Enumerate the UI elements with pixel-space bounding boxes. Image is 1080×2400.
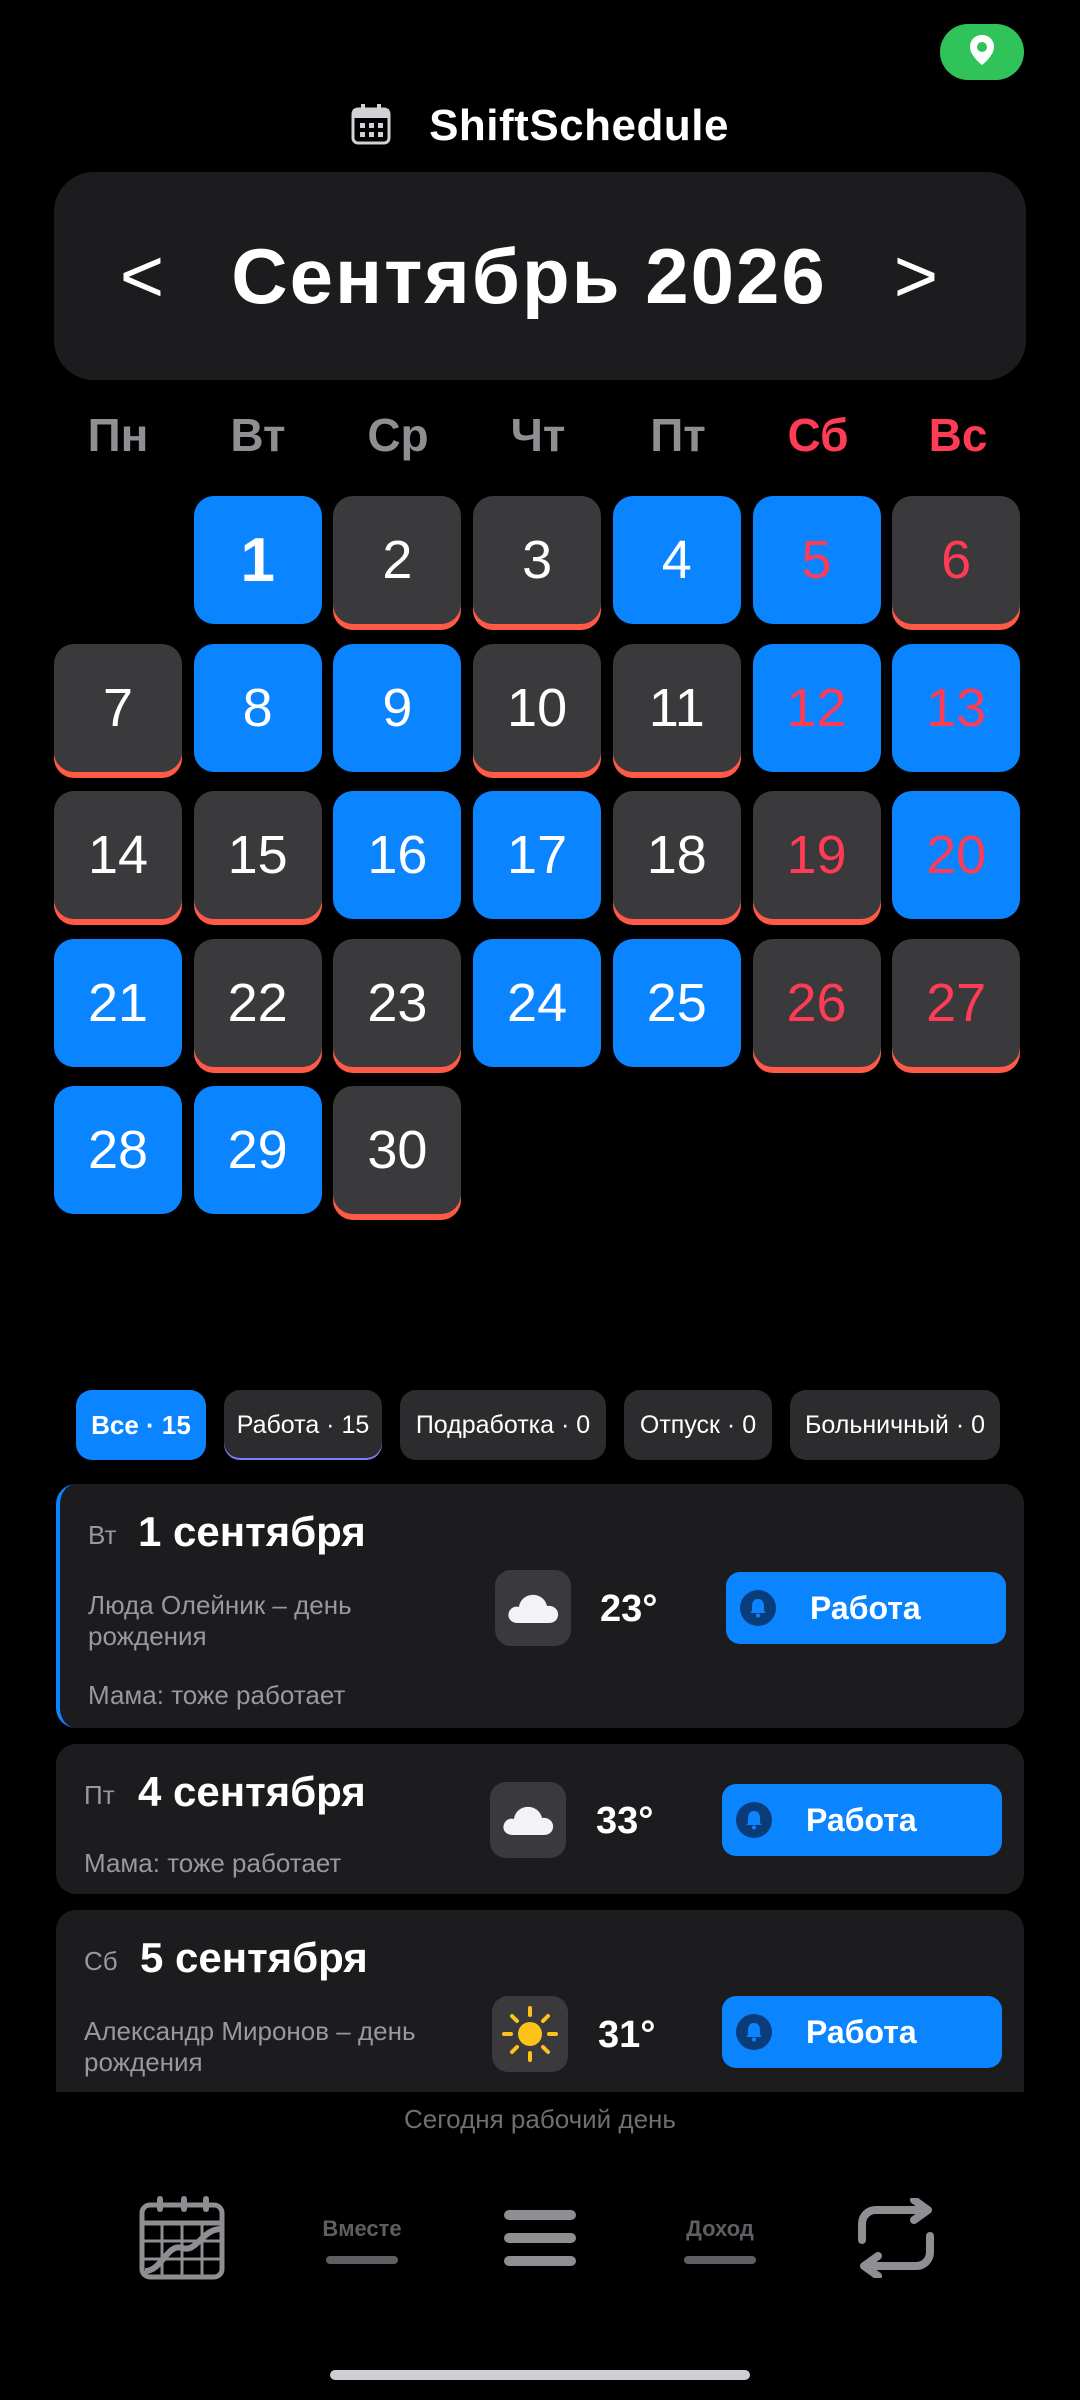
cloud-icon [495,1570,571,1646]
weekday-sat: Сб [787,409,849,461]
calendar-day[interactable]: 10 [473,643,602,772]
shift-type-button[interactable]: Работа [722,1996,1002,2068]
calendar-day[interactable]: 8 [193,643,322,772]
calendar-day[interactable]: 1 [193,496,322,624]
calendar-day[interactable]: 17 [473,791,602,919]
month-title[interactable]: Сентябрь 2026 [231,231,827,322]
weekday-tue: Вт [230,409,286,461]
filter-chip-side-job[interactable]: Подработка · 0 [400,1390,606,1460]
weekday-mon: Пн [87,409,149,461]
app-name: ShiftSchedule [429,101,729,150]
temperature: 33° [596,1800,654,1842]
shift-date: 5 сентября [140,1934,368,1981]
bell-icon [736,1802,772,1838]
calendar-day[interactable]: 13 [892,643,1021,772]
nav-indicator [684,2256,756,2264]
nav-income[interactable]: Доход [660,2190,780,2290]
shift-note: Мама: тоже работает [88,1680,346,1710]
app-header: ShiftSchedule [0,96,1080,156]
calendar-day[interactable]: 18 [612,791,741,919]
calendar-day[interactable]: 3 [473,496,602,624]
calendar-day[interactable]: 28 [54,1086,182,1214]
weekday-row: Пн Вт Ср Чт Пт Сб Вс [54,408,1026,478]
weekday-thu: Чт [510,409,566,461]
calendar-day[interactable]: 29 [193,1086,322,1214]
nav-menu[interactable] [500,2190,580,2290]
shift-weekday: Пт [84,1780,115,1810]
calendar-day[interactable]: 19 [752,791,881,919]
weekday-sun: Вс [928,409,988,461]
shift-note: Александр Миронов – день рождения [84,2016,416,2077]
filter-chip-work[interactable]: Работа · 15 [224,1390,382,1460]
bell-icon [740,1590,776,1626]
shift-weekday: Сб [84,1946,118,1976]
shift-date: 1 сентября [138,1508,366,1555]
calendar-day[interactable]: 23 [333,938,462,1067]
shift-weekday: Вт [88,1520,117,1550]
calendar-day[interactable]: 27 [892,938,1021,1067]
calendar-day[interactable]: 7 [54,643,182,772]
calendar-day[interactable]: 11 [612,643,741,772]
shift-card[interactable]: Сб 5 сентября Александр Миронов – день р… [56,1910,1024,2092]
today-status: Сегодня рабочий день [404,2104,676,2134]
prev-month-button[interactable]: < [112,233,172,320]
nav-income-label: Доход [686,2216,754,2241]
shift-card[interactable]: Пт 4 сентября Мама: тоже работает 33° Ра… [56,1744,1024,1894]
shift-type-label: Работа [806,1801,917,1838]
nav-together-label: Вместе [322,2216,402,2241]
nav-calendar[interactable] [134,2190,230,2290]
temperature: 23° [600,1588,658,1630]
shift-type-button[interactable]: Работа [722,1784,1002,1856]
nav-indicator [326,2256,398,2264]
calendar-day[interactable]: 24 [473,938,602,1067]
calendar-day[interactable]: 15 [193,791,322,919]
sun-icon [492,1996,568,2072]
home-indicator[interactable] [330,2370,750,2380]
cloud-icon [490,1782,566,1858]
bottom-nav: Вместе Доход [0,2190,1080,2300]
menu-icon [504,2209,576,2271]
shift-date: 4 сентября [138,1768,366,1815]
calendar-day[interactable]: 26 [752,938,881,1067]
calendar-day[interactable]: 21 [54,938,182,1067]
weekday-fri: Пт [650,409,706,461]
shift-card[interactable]: Вт 1 сентября Люда Олейник – день рожден… [56,1484,1024,1728]
location-button[interactable] [940,24,1024,80]
filter-chip-sick-leave[interactable]: Больничный · 0 [790,1390,1000,1460]
nav-swap[interactable] [846,2190,946,2290]
calendar-day[interactable]: 9 [333,643,462,772]
calendar-day[interactable]: 14 [54,791,182,919]
swap-arrows-icon [848,2195,944,2283]
shift-note: Люда Олейник – день рождения [88,1590,352,1651]
calendar-day[interactable]: 2 [333,496,462,624]
calendar-icon [351,103,391,150]
calendar-day[interactable]: 22 [193,938,322,1067]
calendar-day[interactable]: 4 [612,496,741,624]
month-header: < Сентябрь 2026 > [54,172,1026,380]
shift-type-label: Работа [810,1589,921,1626]
nav-together[interactable]: Вместе [302,2190,422,2290]
calendar-day[interactable]: 16 [333,791,462,919]
calendar-day[interactable]: 5 [752,496,881,624]
calendar-day[interactable]: 20 [892,791,1021,919]
calendar-day[interactable]: 25 [612,938,741,1067]
bell-icon [736,2014,772,2050]
shift-type-button[interactable]: Работа [726,1572,1006,1644]
weekday-wed: Ср [367,409,429,461]
calendar-grid: 1 2 3 4 5 6 7 8 9 10 11 12 13 14 15 16 17 18 19 20 21 22 23 24 2… [54,496,1026,1216]
shift-list[interactable]: Вт 1 сентября Люда Олейник – день рожден… [56,1484,1024,2092]
calendar-chart-icon [137,2193,227,2288]
next-month-button[interactable]: > [886,233,946,320]
temperature: 31° [598,2014,656,2056]
shift-type-label: Работа [806,2013,917,2050]
calendar-day[interactable]: 6 [892,496,1021,624]
calendar-day[interactable]: 30 [333,1086,462,1214]
shift-note: Мама: тоже работает [84,1848,342,1878]
map-pin-icon [969,34,995,71]
filter-chip-all[interactable]: Все · 15 [76,1390,206,1460]
calendar-day[interactable]: 12 [752,643,881,772]
filter-chip-vacation[interactable]: Отпуск · 0 [624,1390,772,1460]
